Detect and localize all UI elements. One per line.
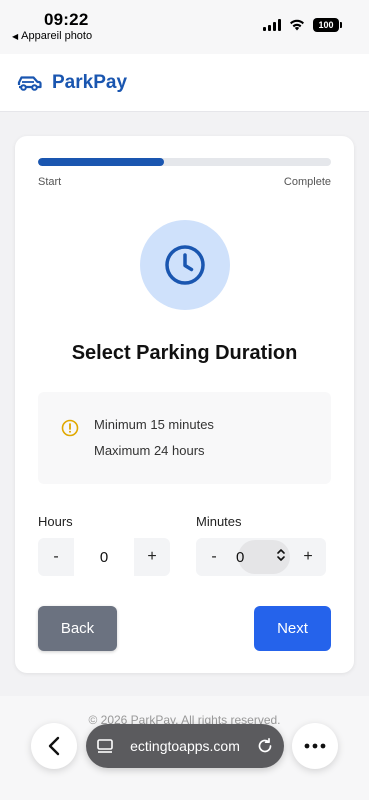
back-app-label: Appareil photo	[21, 30, 93, 42]
warning-circle-icon	[61, 419, 79, 437]
app-header: ParkPay	[0, 54, 369, 112]
tabs-icon[interactable]	[96, 738, 114, 754]
minutes-value: 0	[236, 548, 245, 566]
brand-name[interactable]: ParkPay	[52, 72, 127, 94]
clock-icon	[165, 245, 205, 285]
hours-input[interactable]: 0	[74, 538, 134, 576]
cellular-signal-icon	[263, 19, 281, 31]
battery-indicator: 100	[313, 18, 342, 32]
progress-end-label: Complete	[283, 176, 331, 188]
minutes-stepper: - 0 +	[196, 538, 326, 576]
page-title: Select Parking Duration	[71, 342, 298, 364]
minutes-label: Minutes	[196, 514, 242, 529]
next-button[interactable]: Next	[254, 606, 331, 651]
back-to-app-link[interactable]: ◀ Appareil photo	[12, 30, 92, 42]
wifi-icon	[290, 19, 304, 31]
car-icon	[17, 75, 42, 91]
url-text: ectingtoapps.com	[130, 738, 240, 754]
back-button[interactable]: Back	[38, 606, 117, 651]
minutes-increment-button[interactable]: +	[290, 538, 326, 576]
reload-icon[interactable]	[256, 737, 274, 755]
progress-fill	[38, 158, 164, 166]
info-maximum: Maximum 24 hours	[94, 443, 205, 458]
status-indicators: 100	[263, 18, 342, 32]
chevron-left-icon	[48, 736, 60, 756]
progress-start-label: Start	[38, 176, 62, 188]
progress-bar	[38, 158, 331, 166]
back-triangle-icon: ◀	[12, 31, 19, 41]
browser-back-button[interactable]	[31, 723, 77, 769]
hours-stepper: - 0 +	[38, 538, 170, 576]
duration-info-box: Minimum 15 minutes Maximum 24 hours	[38, 392, 331, 484]
hours-increment-button[interactable]: +	[134, 538, 170, 576]
chevron-up-down-icon	[276, 548, 286, 566]
browser-address-bar[interactable]: ectingtoapps.com	[86, 724, 284, 768]
status-time: 09:22	[44, 10, 89, 29]
more-dots-icon	[304, 743, 326, 749]
minutes-select[interactable]: 0	[232, 538, 290, 576]
browser-more-button[interactable]	[292, 723, 338, 769]
info-minimum: Minimum 15 minutes	[94, 417, 214, 432]
hours-decrement-button[interactable]: -	[38, 538, 74, 576]
clock-badge	[140, 220, 230, 310]
hours-label: Hours	[38, 514, 73, 529]
minutes-decrement-button[interactable]: -	[196, 538, 232, 576]
duration-card: Start Complete Select Parking Duration M…	[15, 136, 354, 673]
status-bar: 09:22 ◀ Appareil photo 100	[0, 0, 369, 54]
